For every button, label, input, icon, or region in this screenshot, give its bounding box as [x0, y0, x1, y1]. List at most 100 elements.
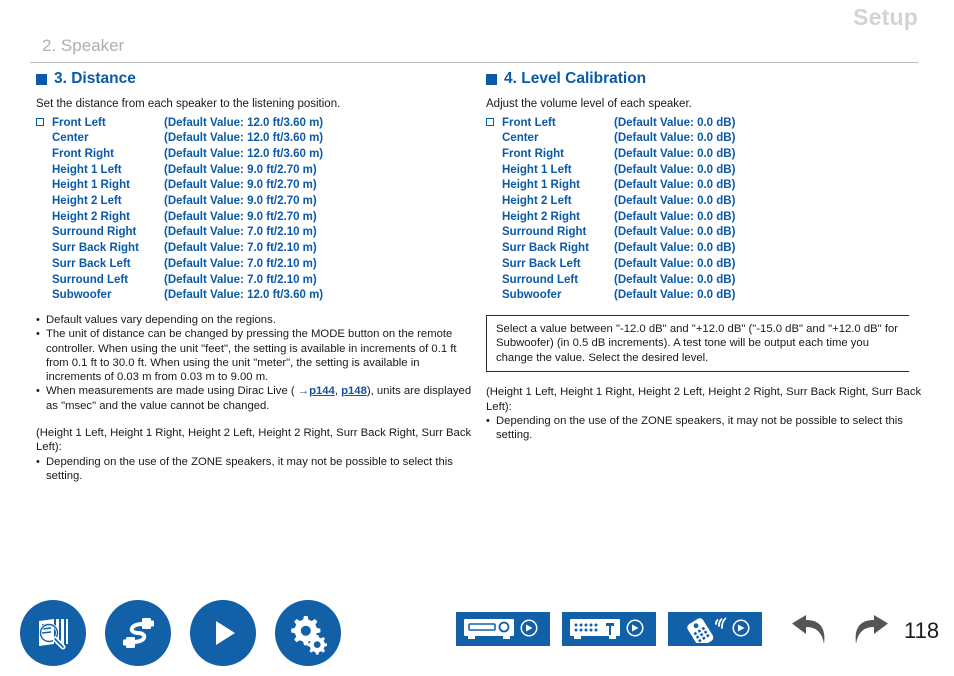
speaker-row: Surr Back Right (Default Value: 0.0 dB): [486, 241, 926, 257]
speaker-name: Surr Back Right: [502, 242, 589, 255]
speaker-row: Surround Left (Default Value: 0.0 dB): [486, 273, 926, 289]
speaker-row: Front Left (Default Value: 12.0 ft/3.60 m…: [36, 116, 476, 132]
speaker-default-value: (Default Value: 9.0 ft/2.70 m): [164, 195, 317, 208]
right-column: 4. Level Calibration Adjust the volume l…: [486, 70, 926, 443]
arrow-icon: →: [297, 385, 310, 398]
speaker-name: Subwoofer: [52, 289, 112, 302]
footer-navigation: [788, 614, 892, 655]
note-text-with-links: When measurements are made using Dirac L…: [46, 384, 476, 413]
speaker-name: Surround Left: [502, 273, 579, 286]
speaker-default-value: (Default Value: 0.0 dB): [614, 147, 736, 160]
speaker-default-value: (Default Value: 0.0 dB): [614, 226, 736, 239]
footer-circle-icon-group: [20, 600, 341, 666]
section-heading-distance: 3. Distance: [36, 70, 476, 88]
speaker-name: Front Left: [502, 116, 556, 129]
speaker-name: Front Left: [52, 116, 106, 129]
speaker-row: Height 2 Right (Default Value: 9.0 ft/2.7…: [36, 210, 476, 226]
speaker-default-value: (Default Value: 0.0 dB): [614, 163, 736, 176]
speaker-name: Surround Right: [52, 226, 137, 239]
page-footer: 118: [0, 596, 954, 676]
speaker-name: Surr Back Left: [502, 257, 581, 270]
speaker-row: Front Right (Default Value: 12.0 ft/3.60 …: [36, 147, 476, 163]
speaker-default-value: (Default Value: 0.0 dB): [614, 179, 736, 192]
speaker-name: Height 2 Right: [52, 210, 130, 223]
page-link-p144[interactable]: p144: [309, 385, 335, 397]
speaker-row: Surr Back Left (Default Value: 0.0 dB): [486, 257, 926, 273]
distance-intro-text: Set the distance from each speaker to th…: [36, 98, 341, 110]
speaker-default-value: (Default Value: 12.0 ft/3.60 m): [164, 132, 324, 145]
checkbox-slot: [36, 117, 52, 126]
speaker-default-value: (Default Value: 9.0 ft/2.70 m): [164, 163, 317, 176]
level-zone-notes: • Depending on the use of the ZONE speak…: [486, 414, 926, 443]
speaker-name: Center: [52, 132, 89, 145]
level-zone-paragraph: (Height 1 Left, Height 1 Right, Height 2…: [486, 386, 922, 413]
left-column: 3. Distance Set the distance from each s…: [36, 70, 476, 483]
note-text: Default values vary depending on the reg…: [46, 313, 276, 326]
note-text: Depending on the use of the ZONE speaker…: [496, 415, 903, 442]
front-panel-icon[interactable]: [456, 612, 550, 646]
speaker-default-value: (Default Value: 0.0 dB): [614, 195, 736, 208]
note-item: • Depending on the use of the ZONE speak…: [486, 414, 926, 443]
checkbox-slot: [486, 117, 502, 126]
playback-play-icon[interactable]: [190, 600, 256, 666]
speaker-row: Height 1 Left (Default Value: 9.0 ft/2.70…: [36, 163, 476, 179]
speaker-default-value: (Default Value: 0.0 dB): [614, 210, 736, 223]
speaker-name: Surround Right: [502, 226, 587, 239]
speaker-default-value: (Default Value: 7.0 ft/2.10 m): [164, 226, 317, 239]
rear-panel-icon[interactable]: [562, 612, 656, 646]
speaker-row: Subwoofer (Default Value: 0.0 dB): [486, 288, 926, 304]
speaker-name: Surr Back Right: [52, 242, 139, 255]
chapter-title: 2. Speaker: [42, 36, 125, 55]
speaker-name: Front Right: [502, 147, 564, 160]
note-item: • Default values vary depending on the r…: [36, 313, 476, 327]
speaker-name: Height 2 Left: [52, 195, 122, 208]
speaker-name: Height 1 Right: [52, 179, 130, 192]
checkbox-icon[interactable]: [486, 117, 494, 126]
bullet-dot-icon: •: [486, 415, 490, 428]
level-boxed-note: Select a value between "-12.0 dB" and "+…: [486, 314, 909, 373]
speaker-default-value: (Default Value: 9.0 ft/2.70 m): [164, 210, 317, 223]
settings-gears-icon[interactable]: [275, 600, 341, 666]
speaker-default-value: (Default Value: 0.0 dB): [614, 116, 736, 129]
speaker-default-value: (Default Value: 0.0 dB): [614, 257, 736, 270]
speaker-row: Surround Right (Default Value: 0.0 dB): [486, 225, 926, 241]
speaker-name: Surr Back Left: [52, 257, 131, 270]
connections-cable-icon[interactable]: [105, 600, 171, 666]
page-link-p148[interactable]: p148: [341, 385, 367, 397]
speaker-row: Height 2 Right (Default Value: 0.0 dB): [486, 210, 926, 226]
manual-search-icon[interactable]: [20, 600, 86, 666]
section-heading-level-calibration: 4. Level Calibration: [486, 70, 926, 88]
speaker-row: Height 1 Left (Default Value: 0.0 dB): [486, 163, 926, 179]
speaker-row: Height 2 Left (Default Value: 9.0 ft/2.70…: [36, 194, 476, 210]
bullet-dot-icon: •: [36, 328, 40, 341]
forward-arrow-icon[interactable]: [848, 614, 892, 655]
distance-zone-paragraph: (Height 1 Left, Height 1 Right, Height 2…: [36, 427, 472, 454]
speaker-default-value: (Default Value: 7.0 ft/2.10 m): [164, 273, 317, 286]
note-text-pre: When measurements are made using Dirac L…: [46, 385, 298, 398]
page-title: Setup: [853, 4, 918, 30]
note-item: • The unit of distance can be changed by…: [36, 327, 476, 384]
speaker-name: Height 1 Left: [52, 163, 122, 176]
speaker-name: Surround Left: [52, 273, 129, 286]
distance-speaker-list: Front Left (Default Value: 12.0 ft/3.60 m…: [36, 116, 476, 304]
speaker-row: Center (Default Value: 0.0 dB): [486, 131, 926, 147]
speaker-row: Height 1 Right (Default Value: 0.0 dB): [486, 178, 926, 194]
speaker-default-value: (Default Value: 9.0 ft/2.70 m): [164, 179, 317, 192]
note-item: • Depending on the use of the ZONE speak…: [36, 455, 476, 484]
bullet-dot-icon: •: [36, 455, 40, 468]
speaker-name: Front Right: [52, 147, 114, 160]
back-arrow-icon[interactable]: [788, 614, 832, 655]
speaker-row: Surround Left (Default Value: 7.0 ft/2.10…: [36, 273, 476, 289]
section-heading-distance-label: 3. Distance: [54, 70, 136, 87]
speaker-row: Height 1 Right (Default Value: 9.0 ft/2.7…: [36, 178, 476, 194]
square-bullet-icon: [36, 73, 47, 85]
speaker-default-value: (Default Value: 0.0 dB): [614, 132, 736, 145]
speaker-row: Center (Default Value: 12.0 ft/3.60 m): [36, 131, 476, 147]
speaker-default-value: (Default Value: 0.0 dB): [614, 273, 736, 286]
checkbox-icon[interactable]: [36, 117, 44, 126]
remote-controller-icon[interactable]: [668, 612, 762, 646]
speaker-row: Surr Back Left (Default Value: 7.0 ft/2.1…: [36, 257, 476, 273]
note-text: Depending on the use of the ZONE speaker…: [46, 455, 453, 482]
speaker-row: Front Left (Default Value: 0.0 dB): [486, 116, 926, 132]
speaker-row: Surr Back Right (Default Value: 7.0 ft/2.…: [36, 241, 476, 257]
